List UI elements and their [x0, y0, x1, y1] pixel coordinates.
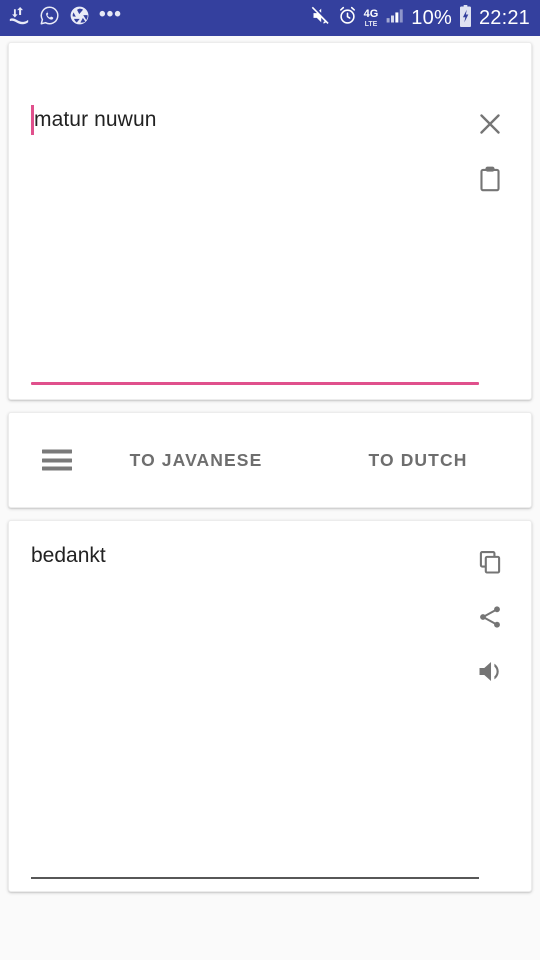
battery-charging-icon — [458, 4, 473, 32]
copy-icon — [476, 548, 504, 581]
hamburger-line-3 — [42, 466, 72, 471]
result-actions-column — [467, 541, 513, 697]
clipboard-icon — [476, 165, 504, 198]
language-bar-row: TO JAVANESE TO DUTCH — [9, 413, 531, 507]
battery-percent-label: 10% — [411, 6, 452, 29]
data-transfer-icon — [8, 5, 30, 32]
source-underline — [31, 382, 479, 385]
hamburger-line-2 — [42, 458, 72, 462]
alarm-clock-icon — [337, 5, 358, 31]
volume-up-icon — [475, 656, 506, 692]
result-row: bedankt — [9, 521, 531, 891]
status-bar-right-group: 4G LTE 10% 22:21 — [310, 4, 530, 32]
translation-result-card[interactable]: bedankt — [8, 520, 532, 892]
speak-button[interactable] — [467, 651, 513, 697]
network-type-top: 4G — [363, 7, 379, 20]
share-icon — [476, 603, 504, 636]
mute-icon — [310, 5, 331, 31]
hamburger-menu-icon[interactable] — [42, 449, 72, 471]
signal-bars-icon — [384, 5, 405, 31]
source-text-input[interactable]: matur nuwun — [34, 105, 444, 135]
camera-shutter-icon — [69, 5, 90, 31]
whatsapp-icon — [39, 5, 60, 31]
network-type-bottom: LTE — [364, 20, 378, 28]
copy-button[interactable] — [467, 541, 513, 587]
hamburger-line-1 — [42, 449, 72, 454]
clock-label: 22:21 — [478, 6, 530, 29]
share-button[interactable] — [467, 596, 513, 642]
close-icon — [475, 109, 505, 144]
source-actions-column — [467, 103, 513, 204]
language-bar-card: TO JAVANESE TO DUTCH — [8, 412, 532, 508]
translation-result-text: bedankt — [31, 544, 106, 567]
translate-to-dutch-button[interactable]: TO DUTCH — [354, 413, 482, 507]
clear-text-button[interactable] — [467, 103, 513, 149]
source-text-card[interactable]: matur nuwun — [8, 42, 532, 400]
app-root: ••• 4G LTE 10% 22:21 matur nuwun TO JAVA… — [0, 0, 540, 960]
status-bar: ••• 4G LTE 10% 22:21 — [0, 0, 540, 36]
network-type-label: 4G LTE — [363, 7, 379, 28]
translate-to-javanese-button[interactable]: TO JAVANESE — [117, 413, 275, 507]
status-bar-overflow-dots: ••• — [99, 4, 122, 25]
source-text-row: matur nuwun — [9, 43, 531, 399]
status-bar-left-icons: ••• — [8, 5, 122, 32]
result-underline — [31, 877, 479, 879]
paste-button[interactable] — [467, 158, 513, 204]
